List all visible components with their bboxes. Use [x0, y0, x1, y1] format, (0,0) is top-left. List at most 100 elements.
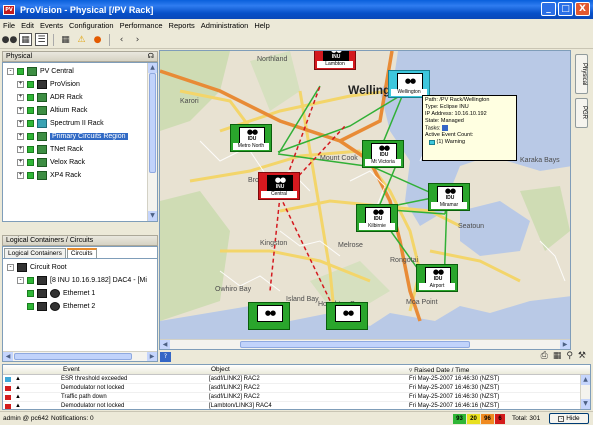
menu-configuration[interactable]: Configuration: [69, 21, 114, 30]
event-count-badge[interactable]: 6: [495, 414, 505, 424]
tree-item[interactable]: + Spectrum II Rack: [3, 117, 157, 130]
tree-item[interactable]: + TNet Rack: [3, 143, 157, 156]
hide-button[interactable]: - Hide: [549, 413, 589, 424]
forward-icon[interactable]: ›: [131, 33, 144, 46]
tree-item[interactable]: + Velox Rack: [3, 156, 157, 169]
print-icon[interactable]: ⎙: [541, 351, 548, 361]
status-icon: [27, 120, 34, 127]
collapse-icon[interactable]: -: [7, 264, 14, 271]
event-row[interactable]: ▲ Demodulator not locked [Lambton/LINK3] R…: [3, 402, 590, 409]
hscroll-thumb[interactable]: [14, 353, 132, 360]
event-row[interactable]: ▲ Demodulator not locked [asdf/LINK2] RAC2…: [3, 384, 590, 393]
side-tab-pgr[interactable]: PGR: [575, 98, 588, 128]
event-count-badge[interactable]: 20: [467, 414, 480, 424]
alarm-icon[interactable]: ●: [91, 33, 104, 46]
menu-reports[interactable]: Reports: [169, 21, 195, 30]
physical-tree-scrollbar[interactable]: ▲ ▼: [147, 63, 157, 221]
overview-icon[interactable]: ▦: [553, 351, 562, 361]
tree-item[interactable]: + ADR Rack: [3, 91, 157, 104]
grid-icon[interactable]: ▦: [59, 33, 72, 46]
expand-icon[interactable]: +: [17, 94, 24, 101]
side-tab-physical[interactable]: Physical: [575, 54, 588, 94]
scroll-up-icon[interactable]: ▲: [581, 375, 590, 385]
circuit-tree-item[interactable]: Ethernet 2: [3, 300, 157, 313]
expand-icon[interactable]: +: [17, 120, 24, 127]
expand-icon[interactable]: +: [17, 81, 24, 88]
status-bar: admin @ pc642 Notifications: 0 93 20 96 6 T…: [0, 411, 593, 425]
logical-panel-header: Logical Containers / Circuits: [2, 235, 158, 246]
status-icon: [27, 133, 34, 140]
scroll-left-icon[interactable]: ◀: [3, 352, 13, 361]
event-table-scrollbar[interactable]: ▲ ▼: [580, 375, 590, 409]
tree-item[interactable]: + Altium Rack: [3, 104, 157, 117]
collapse-icon[interactable]: -: [7, 68, 14, 75]
scroll-right-icon[interactable]: ▶: [147, 352, 157, 361]
maximize-button[interactable]: □: [558, 2, 573, 16]
node-south-a[interactable]: ●●: [248, 302, 290, 330]
node-miramar[interactable]: ●● IDU Miramar: [428, 183, 470, 211]
node-mt-victoria[interactable]: ●● IDU Mt Victoria: [362, 140, 404, 168]
device-icon: ●●: [335, 305, 361, 322]
help-icon[interactable]: ?: [160, 351, 171, 362]
expand-icon[interactable]: +: [17, 172, 24, 179]
map-label-mount-cook: Mount Cook: [320, 155, 358, 162]
tree-item[interactable]: + Primary Circuits Region: [3, 130, 157, 143]
toolbar-divider: [53, 33, 54, 46]
node-lambton[interactable]: ●● INU Lambton: [314, 51, 356, 70]
column-object[interactable]: Object: [211, 366, 230, 373]
node-airport[interactable]: ●● IDU Airport: [416, 264, 458, 292]
scroll-left-icon[interactable]: ◀: [160, 340, 170, 349]
back-icon[interactable]: ‹: [115, 33, 128, 46]
tree-item[interactable]: + ProVision: [3, 78, 157, 91]
close-button[interactable]: X: [575, 2, 590, 16]
event-row[interactable]: ▲ ESR threshold exceeded [asdf/LINK2] RAC2…: [3, 375, 590, 384]
network-map[interactable]: Northland Wellington Karori Brooklyn Mou…: [159, 50, 571, 350]
node-central[interactable]: ●● INU Central: [258, 172, 300, 200]
scroll-thumb[interactable]: [149, 73, 156, 173]
node-south-b[interactable]: ●●: [326, 302, 368, 330]
event-count-badge[interactable]: 93: [453, 414, 466, 424]
tools-icon[interactable]: ⚒: [578, 351, 586, 361]
tree-item[interactable]: - PV Central: [3, 65, 157, 78]
event-count-badge[interactable]: 96: [481, 414, 494, 424]
expand-icon[interactable]: +: [17, 133, 24, 140]
map-hscrollbar[interactable]: ◀ ▶: [160, 339, 570, 349]
scroll-down-icon[interactable]: ▼: [148, 211, 157, 221]
column-raised[interactable]: ▿ Raised Date / Time: [409, 366, 469, 374]
menu-events[interactable]: Events: [40, 21, 63, 30]
device-icon: ●● IDU: [371, 143, 397, 160]
node-wellington[interactable]: ●● Wellington: [388, 70, 430, 98]
collapse-icon[interactable]: -: [17, 277, 24, 284]
binoculars-icon[interactable]: ●●: [2, 33, 18, 46]
acknowledge-icon: ▲: [15, 394, 21, 400]
tree-item[interactable]: + XP4 Rack: [3, 169, 157, 182]
warning-icon[interactable]: ⚠: [75, 33, 88, 46]
map-label-rongotai: Rongotai: [390, 257, 419, 264]
zoom-icon[interactable]: ⚲: [566, 351, 573, 361]
document-icon[interactable]: ☰: [35, 33, 48, 46]
minimize-button[interactable]: _: [541, 2, 556, 16]
menu-administration[interactable]: Administration: [201, 21, 249, 30]
scroll-right-icon[interactable]: ▶: [560, 340, 570, 349]
scroll-up-icon[interactable]: ▲: [148, 63, 157, 73]
event-row[interactable]: ▲ Traffic path down [asdf/LINK2] RAC2 Fri M…: [3, 393, 590, 402]
menu-edit[interactable]: Edit: [21, 21, 34, 30]
expand-icon[interactable]: +: [17, 146, 24, 153]
circuit-tree-item[interactable]: - Circuit Root: [3, 261, 157, 274]
node-metro-north[interactable]: ●● IDU Metro North: [230, 124, 272, 152]
circuit-tree-hscrollbar[interactable]: ◀ ▶: [3, 351, 157, 361]
expand-icon[interactable]: +: [17, 159, 24, 166]
expand-icon[interactable]: +: [17, 107, 24, 114]
layout-icon[interactable]: ▦: [19, 33, 32, 46]
node-kilbirnie[interactable]: ●● IDU Kilbirnie: [356, 204, 398, 232]
column-event[interactable]: Event: [63, 366, 80, 373]
menu-help[interactable]: Help: [254, 21, 269, 30]
pin-icon[interactable]: ☊: [148, 52, 154, 61]
hscroll-thumb[interactable]: [240, 341, 470, 348]
scroll-down-icon[interactable]: ▼: [581, 399, 590, 409]
circuit-tree-item[interactable]: - [8 INU 10.16.9.182] DAC4 - [Mi: [3, 274, 157, 287]
menu-performance[interactable]: Performance: [120, 21, 163, 30]
menu-file[interactable]: File: [3, 21, 15, 30]
circuit-tree-item[interactable]: Ethernet 1: [3, 287, 157, 300]
rack-icon: [37, 93, 47, 102]
